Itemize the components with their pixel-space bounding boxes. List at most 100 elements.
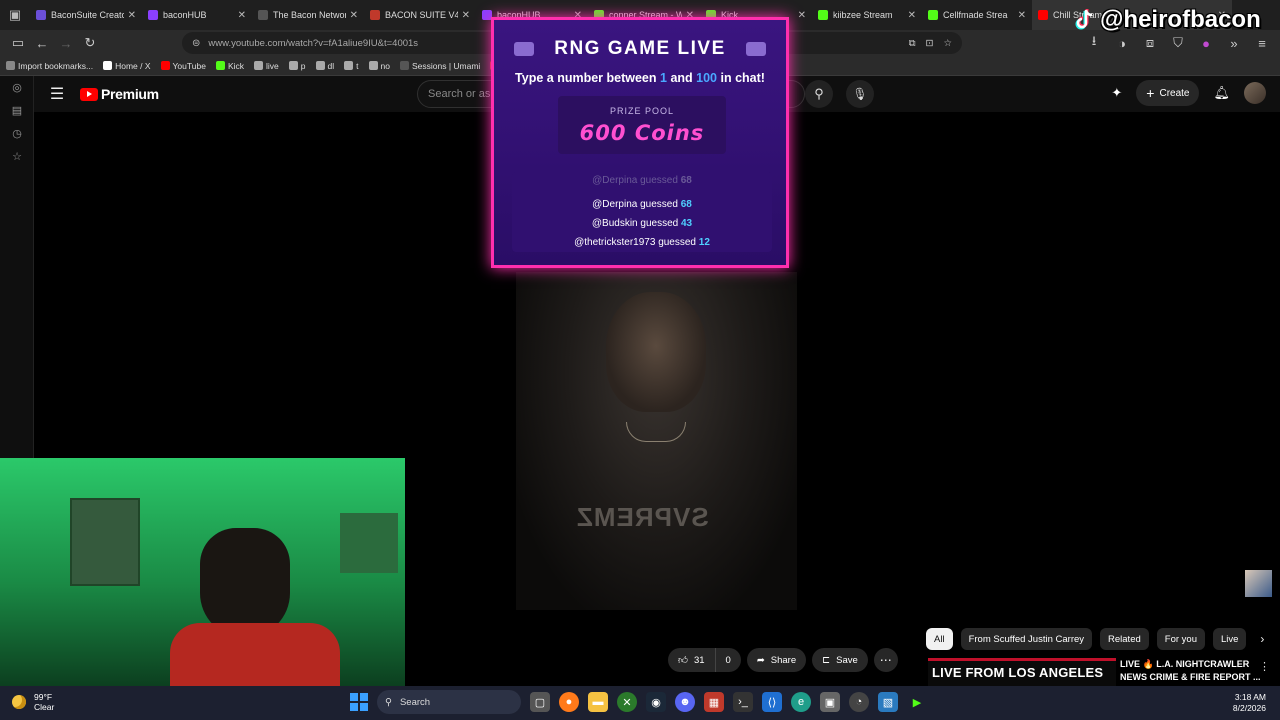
tab-close-icon[interactable]: ✕ bbox=[128, 10, 136, 21]
bookmark-icon bbox=[344, 61, 354, 70]
youtube-logo[interactable]: Premium bbox=[80, 86, 159, 102]
play-app-icon[interactable]: ▶ bbox=[907, 692, 927, 712]
more-actions-icon[interactable]: ⋯ bbox=[873, 648, 898, 672]
start-icon[interactable] bbox=[350, 693, 368, 711]
avatar[interactable] bbox=[1244, 82, 1266, 104]
sidebar-toggle-icon[interactable]: ▭ bbox=[6, 32, 30, 54]
xbox-icon[interactable]: ✕ bbox=[617, 692, 637, 712]
tab-close-icon[interactable]: ✕ bbox=[798, 10, 806, 21]
search-icon[interactable]: ⚲ bbox=[805, 80, 833, 108]
vscode-icon[interactable]: ⟨⟩ bbox=[762, 692, 782, 712]
bookmark-item[interactable]: no bbox=[368, 61, 390, 71]
browser-tab[interactable]: Cellfmade Strea ✕ bbox=[922, 0, 1032, 30]
filter-chip[interactable]: From Scuffed Justin Carrey bbox=[960, 628, 1093, 650]
recommended-thumbnail[interactable]: LIVE FROM LOS ANGELES bbox=[928, 658, 1116, 686]
extensions-icon[interactable]: ⧈ bbox=[1138, 32, 1162, 54]
tab-close-icon[interactable]: ✕ bbox=[1018, 10, 1026, 21]
bookmark-item[interactable]: Sessions | Umami bbox=[399, 60, 481, 71]
bookmark-item[interactable]: live bbox=[254, 61, 279, 71]
app-icon[interactable]: ▦ bbox=[704, 692, 724, 712]
chart-app-icon[interactable]: ◔ bbox=[849, 692, 869, 712]
wall-art bbox=[340, 513, 398, 573]
download-icon[interactable]: ⭳ bbox=[1082, 32, 1106, 54]
bookmark-item[interactable]: dl bbox=[315, 61, 334, 71]
shield-icon[interactable]: ⛉ bbox=[1166, 32, 1190, 54]
microphone-icon[interactable]: 🎙 bbox=[846, 80, 874, 108]
tab-actions-icon[interactable]: ▣ bbox=[0, 0, 30, 30]
install-icon[interactable]: ⧉ bbox=[909, 38, 916, 49]
miniplayer-thumbnail[interactable] bbox=[1245, 570, 1272, 597]
guide-menu-icon[interactable]: ☰ bbox=[34, 84, 80, 104]
favorites-icon[interactable]: ☆ bbox=[0, 145, 34, 168]
bookmark-label: Kick bbox=[227, 60, 245, 71]
reading-list-icon[interactable]: ▤ bbox=[0, 99, 34, 122]
window-icon[interactable]: ▣ bbox=[820, 692, 840, 712]
tab-close-icon[interactable]: ✕ bbox=[350, 10, 358, 21]
recommended-video[interactable]: LIVE FROM LOS ANGELES LIVE 🔥 L.A. NIGHTC… bbox=[928, 658, 1278, 686]
bookmark-item[interactable]: t bbox=[344, 60, 359, 71]
chevron-right-icon[interactable]: › bbox=[1260, 632, 1264, 646]
bookmark-item[interactable]: YouTube bbox=[160, 61, 206, 71]
steam-icon[interactable]: ◉ bbox=[646, 692, 666, 712]
more-vert-icon[interactable]: ⋮ bbox=[1259, 660, 1270, 673]
bookmark-item[interactable]: Import bookmarks... bbox=[6, 61, 93, 71]
filter-chip[interactable]: For you bbox=[1156, 628, 1205, 650]
notifications-icon[interactable]: 🔔︎ bbox=[1213, 85, 1230, 101]
file-explorer-icon[interactable]: ▬ bbox=[588, 692, 608, 712]
back-icon[interactable]: ← bbox=[30, 32, 54, 54]
filter-chip[interactable]: All bbox=[926, 628, 953, 650]
tab-close-icon[interactable]: ✕ bbox=[238, 10, 246, 21]
taskbar-search-label: Search bbox=[399, 696, 431, 708]
ai-icon[interactable]: ◎ bbox=[0, 76, 34, 99]
profile-icon[interactable]: ● bbox=[1194, 32, 1218, 54]
bookmark-item[interactable]: Kick bbox=[215, 60, 245, 71]
browser-tab[interactable]: baconHUB ✕ bbox=[142, 0, 252, 30]
forward-icon[interactable]: → bbox=[54, 32, 78, 54]
filter-chip[interactable]: Related bbox=[1100, 628, 1149, 650]
guess-number: 12 bbox=[698, 237, 710, 248]
bookmark-item[interactable]: Home / X bbox=[103, 61, 151, 71]
browser-tab[interactable]: BaconSuite Creator Dash ✕ bbox=[30, 0, 142, 30]
bookmark-label: Sessions | Umami bbox=[411, 60, 481, 71]
webcam-overlay bbox=[0, 458, 405, 686]
save-button[interactable]: ⊏ Save bbox=[812, 648, 868, 672]
bookmark-star-icon[interactable]: ☆ bbox=[943, 38, 952, 49]
share-button[interactable]: ➦ Share bbox=[746, 648, 807, 672]
tab-favicon-icon bbox=[928, 10, 938, 20]
dislike-button[interactable]: 0 bbox=[715, 648, 741, 672]
terminal-icon[interactable]: ›_ bbox=[733, 692, 753, 712]
sparkle-icon[interactable]: ✦ bbox=[1111, 85, 1122, 101]
tab-close-icon[interactable]: ✕ bbox=[908, 10, 916, 21]
menu-icon[interactable]: ≡ bbox=[1250, 32, 1274, 54]
like-button[interactable]: 👍︎ 31 bbox=[668, 648, 716, 672]
browser-tab[interactable]: The Bacon Network ✕ bbox=[252, 0, 364, 30]
task-view-icon[interactable]: ▢ bbox=[530, 692, 550, 712]
guess-row: @thetrickster1973 guessed 12 bbox=[512, 237, 772, 248]
filter-chip[interactable]: Live bbox=[1212, 628, 1247, 650]
edge-icon[interactable]: e bbox=[791, 692, 811, 712]
system-clock[interactable]: 3:18 AM 8/2/2026 bbox=[1233, 692, 1266, 714]
tab-close-icon[interactable]: ✕ bbox=[462, 10, 470, 21]
shirt-text: SVPREMZ bbox=[576, 502, 709, 532]
weather-widget[interactable]: 99°F Clear bbox=[12, 692, 54, 712]
browser-tab[interactable]: BACON SUITE V4 // ✕ bbox=[364, 0, 476, 30]
guess-word: guessed bbox=[640, 199, 678, 210]
tab-title: BACON SUITE V4 // bbox=[385, 10, 458, 20]
browser-tab[interactable]: kiibzee Stream ✕ bbox=[812, 0, 922, 30]
site-info-icon[interactable]: ⊜ bbox=[192, 38, 200, 49]
bookmark-item[interactable]: p bbox=[288, 61, 306, 71]
history-icon[interactable]: ◷ bbox=[0, 122, 34, 145]
reload-icon[interactable]: ↻ bbox=[78, 32, 102, 54]
photos-icon[interactable]: ▧ bbox=[878, 692, 898, 712]
more-tools-icon[interactable]: » bbox=[1222, 32, 1246, 54]
tiktok-watermark: @heirofbacon bbox=[1074, 6, 1261, 34]
create-button[interactable]: + Create bbox=[1136, 80, 1200, 106]
bookmark-label: t bbox=[356, 60, 359, 71]
taskbar-search[interactable]: ⚲ Search bbox=[377, 690, 521, 714]
firefox-icon[interactable]: ● bbox=[559, 692, 579, 712]
tab-favicon-icon bbox=[370, 10, 380, 20]
discord-icon[interactable]: ☻ bbox=[675, 692, 695, 712]
media-icon[interactable]: ◑ bbox=[1110, 32, 1134, 54]
moon-icon bbox=[12, 695, 26, 709]
screenshot-icon[interactable]: ⊡ bbox=[926, 38, 934, 49]
